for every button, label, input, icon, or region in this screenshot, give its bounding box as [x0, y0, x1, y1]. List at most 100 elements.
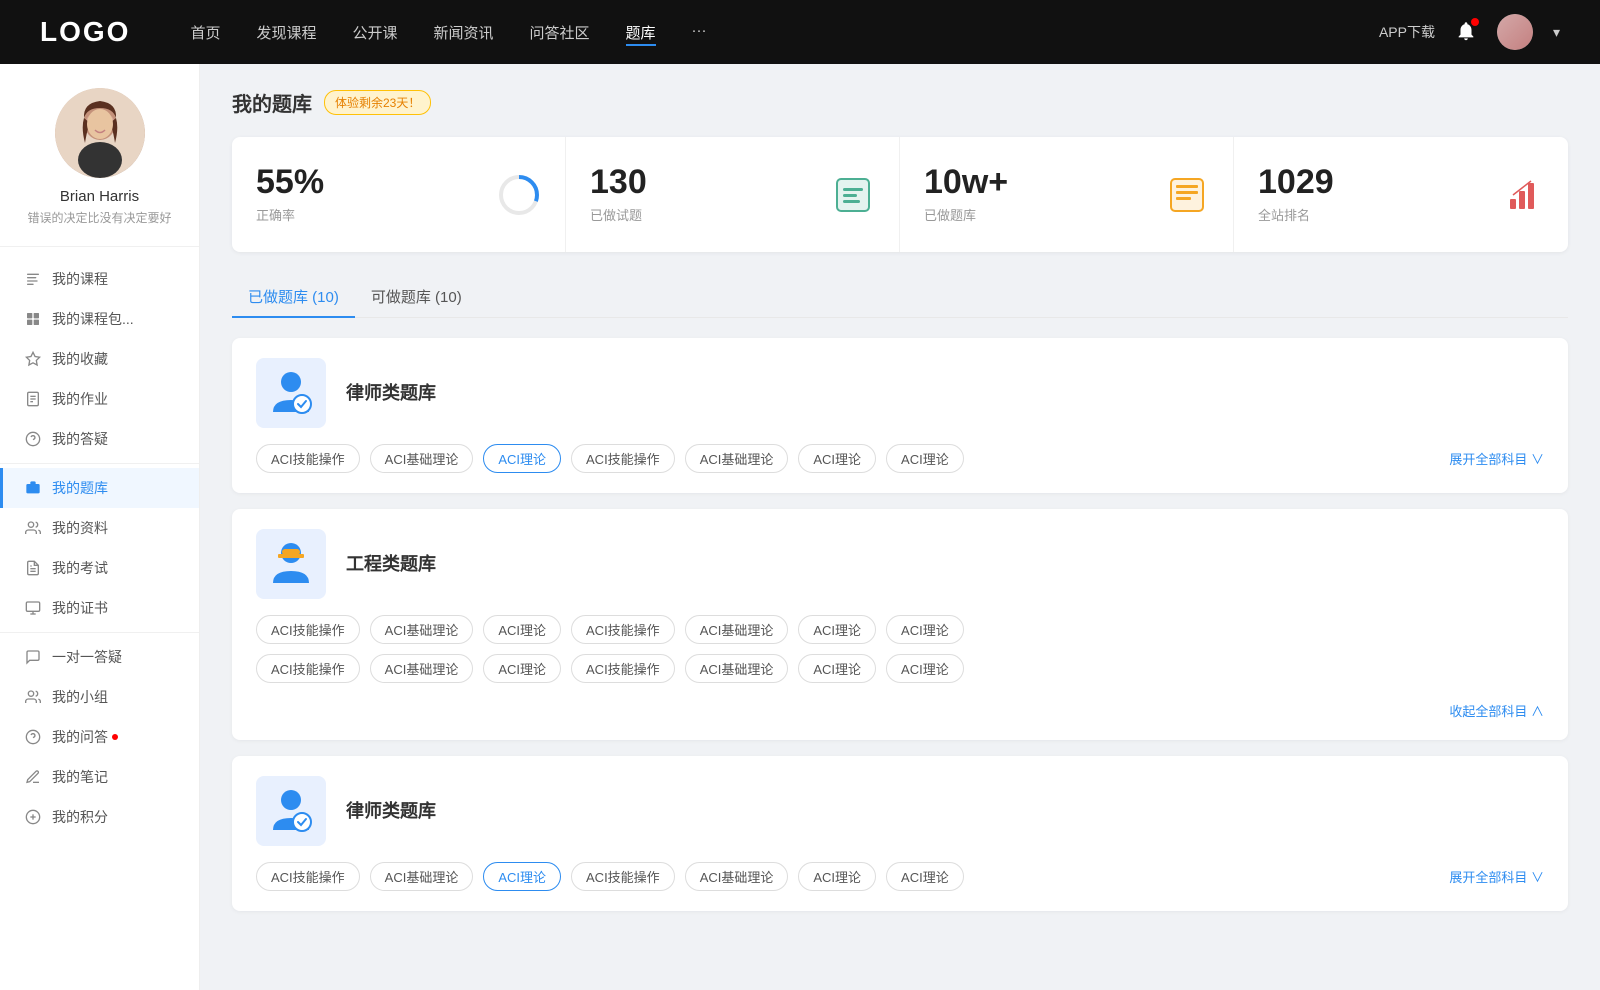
profile-name: Brian Harris [16, 188, 183, 205]
expand-btn-1[interactable]: 展开全部科目 ∨ [1449, 449, 1544, 468]
homework-icon [24, 390, 42, 408]
stat-done-value: 130 [590, 165, 815, 199]
tag-3-4[interactable]: ACI技能操作 [571, 862, 675, 891]
nav-item-courses[interactable]: 发现课程 [256, 22, 316, 43]
profile-silhouette [55, 88, 145, 178]
tag-3-7[interactable]: ACI理论 [886, 862, 964, 891]
lawyer-icon [264, 366, 319, 421]
bar-chart-icon [1502, 175, 1542, 215]
menu-divider-2 [0, 632, 199, 633]
qbank-card-1: 律师类题库 ACI技能操作 ACI基础理论 ACI理论 ACI技能操作 ACI基… [232, 338, 1568, 493]
sidebar-menu: 我的课程 我的课程包... 我的收藏 我的作业 [0, 259, 199, 837]
tag-2-2-3[interactable]: ACI理论 [483, 654, 561, 683]
sidebar-item-bank[interactable]: 我的题库 [0, 468, 199, 508]
tag-2-1-3[interactable]: ACI理论 [483, 615, 561, 644]
tag-3-1[interactable]: ACI技能操作 [256, 862, 360, 891]
sidebar-item-points[interactable]: 我的积分 [0, 797, 199, 837]
qbank-card-2: 工程类题库 ACI技能操作 ACI基础理论 ACI理论 ACI技能操作 ACI基… [232, 509, 1568, 740]
app-download-btn[interactable]: APP下载 [1379, 22, 1435, 42]
profile-motto: 错误的决定比没有决定要好 [16, 209, 183, 226]
user-avatar[interactable] [1497, 14, 1533, 50]
qbank-header-1: 律师类题库 [256, 358, 1544, 428]
tag-2-1-5[interactable]: ACI基础理论 [685, 615, 789, 644]
package-icon [24, 310, 42, 328]
qbank-name-1: 律师类题库 [346, 358, 436, 428]
sidebar-item-answering[interactable]: 我的答疑 [0, 419, 199, 459]
tag-2-2-4[interactable]: ACI技能操作 [571, 654, 675, 683]
nav-item-qa[interactable]: 问答社区 [530, 22, 590, 43]
notification-bell[interactable] [1455, 20, 1477, 45]
expand-btn-3[interactable]: 展开全部科目 ∨ [1449, 867, 1544, 886]
collapse-btn-2[interactable]: 收起全部科目 ∧ [256, 693, 1544, 720]
tab-done-banks[interactable]: 已做题库 (10) [232, 276, 355, 317]
tag-1-1[interactable]: ACI技能操作 [256, 444, 360, 473]
navbar-right: APP下载 ▾ [1379, 14, 1560, 50]
nav-item-home[interactable]: 首页 [190, 22, 220, 43]
logo[interactable]: LOGO [40, 16, 130, 48]
page-wrapper: Brian Harris 错误的决定比没有决定要好 我的课程 我的课程包... [0, 64, 1600, 990]
tag-3-3[interactable]: ACI理论 [483, 862, 561, 891]
nav-item-more[interactable]: ··· [692, 22, 707, 43]
tag-2-1-2[interactable]: ACI基础理论 [370, 615, 474, 644]
bank-icon [24, 479, 42, 497]
exam-icon [24, 559, 42, 577]
stat-ranking-text: 1029 全站排名 [1258, 165, 1484, 224]
profile-avatar [55, 88, 145, 178]
nav-item-news[interactable]: 新闻资讯 [434, 22, 494, 43]
star-icon [24, 350, 42, 368]
oneone-icon [24, 648, 42, 666]
tag-2-1-1[interactable]: ACI技能操作 [256, 615, 360, 644]
tag-2-2-2[interactable]: ACI基础理论 [370, 654, 474, 683]
nav-menu: 首页 发现课程 公开课 新闻资讯 问答社区 题库 ··· [190, 22, 1379, 43]
stat-accuracy-value: 55% [256, 165, 481, 199]
tag-2-1-7[interactable]: ACI理论 [886, 615, 964, 644]
stat-ranking-value: 1029 [1258, 165, 1484, 199]
tag-3-6[interactable]: ACI理论 [798, 862, 876, 891]
tag-2-1-6[interactable]: ACI理论 [798, 615, 876, 644]
tag-3-5[interactable]: ACI基础理论 [685, 862, 789, 891]
tag-2-1-4[interactable]: ACI技能操作 [571, 615, 675, 644]
sidebar-item-course[interactable]: 我的课程 [0, 259, 199, 299]
user-dropdown-arrow[interactable]: ▾ [1553, 24, 1560, 41]
qbank-tags-row2-2: ACI技能操作 ACI基础理论 ACI理论 ACI技能操作 ACI基础理论 AC… [256, 654, 1544, 683]
stats-row: 55% 正确率 130 已做试题 [232, 137, 1568, 252]
nav-item-open[interactable]: 公开课 [352, 22, 397, 43]
book-icon [1167, 175, 1207, 215]
note-icon [24, 768, 42, 786]
sidebar-item-cert[interactable]: 我的证书 [0, 588, 199, 628]
tag-1-2[interactable]: ACI基础理论 [370, 444, 474, 473]
tab-available-banks[interactable]: 可做题库 (10) [355, 276, 478, 317]
tag-2-2-7[interactable]: ACI理论 [886, 654, 964, 683]
tag-2-2-1[interactable]: ACI技能操作 [256, 654, 360, 683]
tag-1-3[interactable]: ACI理论 [483, 444, 561, 473]
sidebar-profile: Brian Harris 错误的决定比没有决定要好 [0, 88, 199, 247]
cert-icon [24, 599, 42, 617]
sidebar-item-material[interactable]: 我的资料 [0, 508, 199, 548]
qbank-header-3: 律师类题库 [256, 776, 1544, 846]
tag-2-2-6[interactable]: ACI理论 [798, 654, 876, 683]
sidebar-item-exam[interactable]: 我的考试 [0, 548, 199, 588]
stat-done-questions: 130 已做试题 [566, 137, 900, 252]
page-title: 我的题库 [232, 88, 312, 117]
sidebar-item-package[interactable]: 我的课程包... [0, 299, 199, 339]
sidebar-item-group[interactable]: 我的小组 [0, 677, 199, 717]
sidebar-item-homework[interactable]: 我的作业 [0, 379, 199, 419]
sidebar-item-favorites[interactable]: 我的收藏 [0, 339, 199, 379]
tag-1-5[interactable]: ACI基础理论 [685, 444, 789, 473]
tag-3-2[interactable]: ACI基础理论 [370, 862, 474, 891]
sidebar-item-notes[interactable]: 我的笔记 [0, 757, 199, 797]
tag-1-7[interactable]: ACI理论 [886, 444, 964, 473]
tag-1-6[interactable]: ACI理论 [798, 444, 876, 473]
nav-item-bank[interactable]: 题库 [626, 22, 656, 43]
ranking-icon [1500, 173, 1544, 217]
page-header: 我的题库 体验剩余23天！ [232, 88, 1568, 117]
stat-banks-label: 已做题库 [924, 205, 1149, 224]
tag-1-4[interactable]: ACI技能操作 [571, 444, 675, 473]
tag-2-2-5[interactable]: ACI基础理论 [685, 654, 789, 683]
lawyer-bank-icon-1 [256, 358, 326, 428]
pie-chart-icon [497, 173, 541, 217]
sidebar-item-oneone[interactable]: 一对一答疑 [0, 637, 199, 677]
sidebar-item-qa[interactable]: 我的问答 [0, 717, 199, 757]
qa-notification-dot [112, 734, 118, 740]
stat-accuracy-text: 55% 正确率 [256, 165, 481, 224]
